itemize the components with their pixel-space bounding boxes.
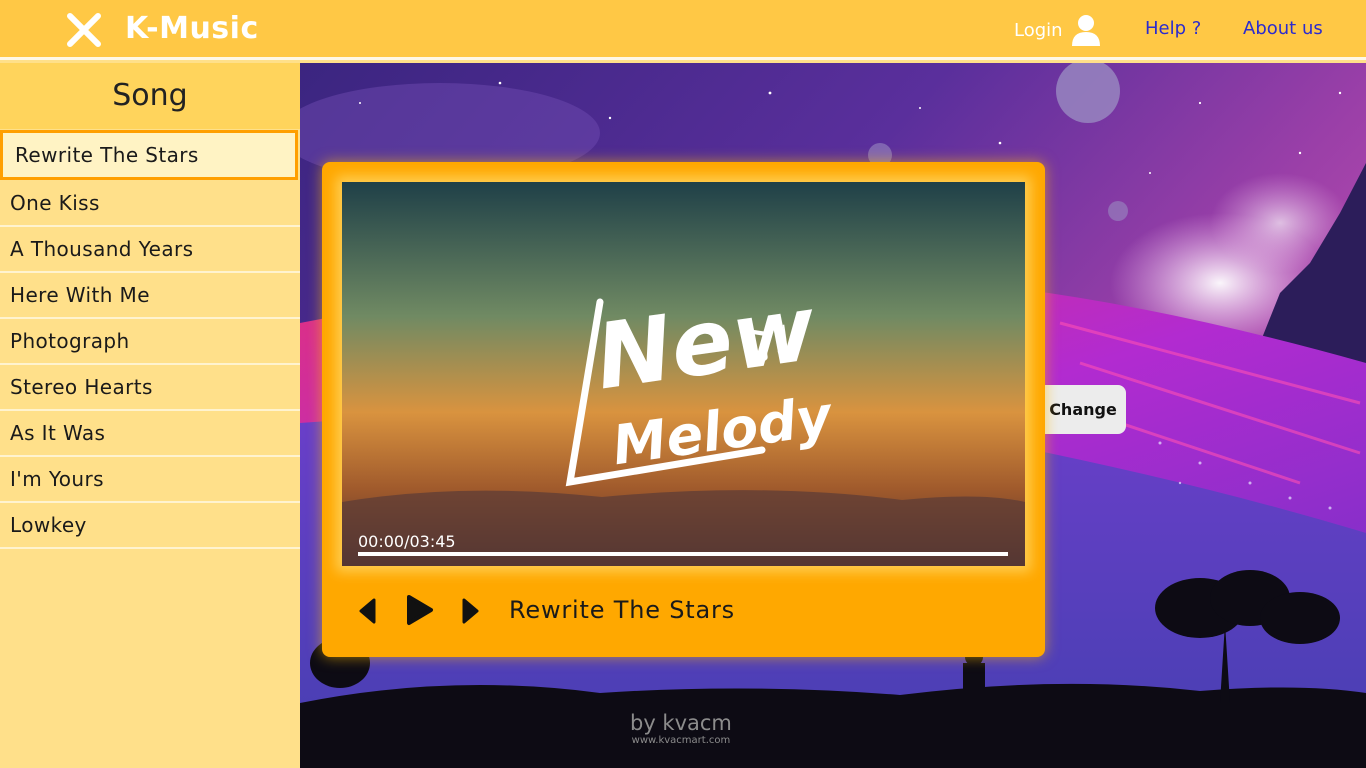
main-area: by kvacm www.kvacmart.com Change New Mel…	[300, 63, 1366, 768]
watermark-line1: by kvacm	[630, 711, 732, 735]
watermark: by kvacm www.kvacmart.com	[630, 711, 732, 746]
close-x-logo-icon[interactable]	[66, 12, 102, 48]
song-sidebar: Song Rewrite The Stars One Kiss A Thousa…	[0, 63, 300, 768]
user-icon	[1071, 15, 1100, 46]
next-icon[interactable]	[462, 598, 480, 624]
watermark-line2: www.kvacmart.com	[631, 735, 731, 746]
brand-title: K-Music	[125, 11, 259, 46]
song-item-a-thousand-years[interactable]: A Thousand Years	[0, 227, 300, 273]
song-item-as-it-was[interactable]: As It Was	[0, 411, 300, 457]
now-playing-title: Rewrite The Stars	[509, 596, 735, 624]
top-bar: K-Music Login Help ? About us	[0, 0, 1366, 60]
song-list: Rewrite The Stars One Kiss A Thousand Ye…	[0, 130, 300, 549]
song-item-photograph[interactable]: Photograph	[0, 319, 300, 365]
song-item-one-kiss[interactable]: One Kiss	[0, 181, 300, 227]
song-item-stereo-hearts[interactable]: Stereo Hearts	[0, 365, 300, 411]
song-item-here-with-me[interactable]: Here With Me	[0, 273, 300, 319]
login-link[interactable]: Login	[1014, 14, 1101, 46]
video-artwork[interactable]: New Melody ♫♩ 00:00/03:45	[342, 182, 1025, 566]
time-display: 00:00/03:45	[358, 532, 456, 551]
login-label: Login	[1014, 19, 1063, 41]
play-icon[interactable]	[406, 594, 434, 626]
progress-bar[interactable]	[358, 552, 1008, 556]
player-controls: Rewrite The Stars	[322, 572, 1045, 652]
music-player: New Melody ♫♩ 00:00/03:45 Rewrite The St…	[322, 162, 1045, 657]
music-notes-icon: ♫♩	[734, 317, 795, 370]
artwork-image: New Melody ♫♩	[342, 182, 1025, 566]
song-item-rewrite-the-stars[interactable]: Rewrite The Stars	[0, 130, 298, 180]
help-link[interactable]: Help ?	[1145, 18, 1201, 39]
song-item-im-yours[interactable]: I'm Yours	[0, 457, 300, 503]
change-background-button[interactable]: Change	[1040, 385, 1126, 434]
sidebar-title: Song	[0, 63, 300, 129]
song-item-lowkey[interactable]: Lowkey	[0, 503, 300, 549]
about-link[interactable]: About us	[1243, 18, 1323, 39]
prev-icon[interactable]	[358, 598, 376, 624]
